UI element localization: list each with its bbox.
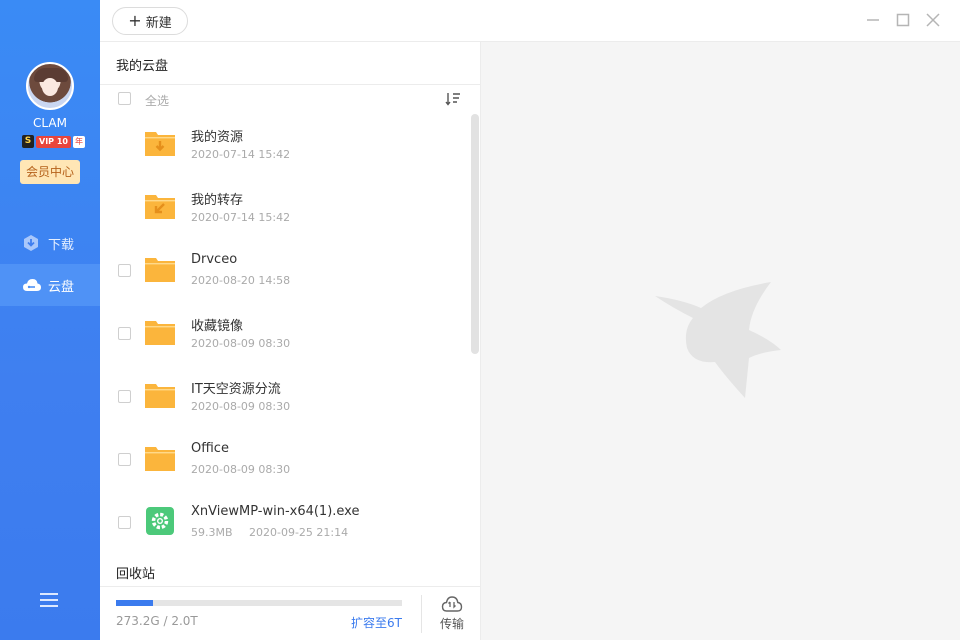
nav-item-download[interactable]: 下载 bbox=[0, 222, 100, 264]
file-name: XnViewMP-win-x64(1).exe bbox=[191, 504, 360, 519]
file-name: 我的资源 bbox=[191, 130, 244, 145]
row-checkbox[interactable] bbox=[118, 516, 131, 529]
folder-download-icon bbox=[145, 132, 175, 156]
file-row[interactable]: 收藏镜像 2020-08-09 08:30 bbox=[100, 303, 470, 366]
file-row[interactable]: XnViewMP-win-x64(1).exe 59.3MB 2020-09-2… bbox=[100, 492, 470, 555]
file-date: 2020-08-09 08:30 bbox=[191, 463, 291, 476]
exe-gear-icon bbox=[146, 507, 174, 535]
file-name: 收藏镜像 bbox=[191, 319, 244, 334]
file-row[interactable]: Office 2020-08-09 08:30 bbox=[100, 429, 470, 492]
folder-icon bbox=[145, 447, 175, 471]
new-button[interactable]: + 新建 bbox=[112, 7, 188, 35]
file-name: Drvceo bbox=[191, 252, 238, 267]
plus-icon: + bbox=[128, 11, 142, 30]
vip-level-tag: VIP 10 bbox=[36, 135, 71, 148]
select-all-row: 全选 bbox=[100, 86, 481, 114]
avatar[interactable] bbox=[26, 62, 74, 110]
file-date: 2020-08-20 14:58 bbox=[191, 274, 291, 287]
file-name: Office bbox=[191, 441, 229, 456]
file-list: 我的资源 2020-07-14 15:42 我的转存 2020-07-14 15… bbox=[100, 114, 470, 569]
file-row[interactable]: 我的资源 2020-07-14 15:42 bbox=[100, 114, 470, 177]
panel-title: 我的云盘 bbox=[116, 59, 169, 74]
vip-badge: S VIP 10 年 bbox=[22, 135, 85, 148]
file-date: 2020-08-09 08:30 bbox=[191, 400, 291, 413]
sidebar: CLAM S VIP 10 年 会员中心 下载 云盘 bbox=[0, 0, 100, 640]
divider bbox=[421, 595, 422, 633]
cloud-transfer-icon bbox=[441, 596, 463, 612]
scrollbar[interactable] bbox=[471, 114, 479, 354]
select-all-checkbox[interactable] bbox=[118, 92, 131, 105]
folder-transfer-icon bbox=[145, 195, 175, 219]
row-checkbox[interactable] bbox=[118, 327, 131, 340]
nav-label-download: 下载 bbox=[48, 237, 75, 253]
menu-icon[interactable] bbox=[40, 593, 58, 607]
expand-storage-link[interactable]: 扩容至6T bbox=[351, 614, 402, 631]
row-checkbox[interactable] bbox=[118, 264, 131, 277]
vip-s-icon: S bbox=[22, 135, 34, 148]
row-checkbox[interactable] bbox=[118, 453, 131, 466]
storage-bar bbox=[116, 600, 402, 606]
transfer-label: 传输 bbox=[439, 617, 464, 631]
new-button-label: 新建 bbox=[145, 15, 172, 31]
select-all-label: 全选 bbox=[145, 94, 170, 108]
file-row[interactable]: Drvceo 2020-08-20 14:58 bbox=[100, 240, 470, 303]
storage-bar-fill bbox=[116, 600, 154, 606]
storage-usage: 273.2G / 2.0T bbox=[116, 614, 198, 628]
file-size: 59.3MB bbox=[191, 526, 233, 539]
file-date: 2020-08-09 08:30 bbox=[191, 337, 291, 350]
member-center-button[interactable]: 会员中心 bbox=[20, 160, 80, 184]
sort-icon[interactable] bbox=[445, 92, 461, 106]
maximize-icon[interactable] bbox=[895, 12, 911, 28]
folder-icon bbox=[145, 258, 175, 282]
file-panel: 我的云盘 全选 我的资源 2020-07-14 15:42 我的转存 2020- bbox=[100, 42, 481, 640]
file-name: IT天空资源分流 bbox=[191, 382, 281, 397]
download-icon bbox=[22, 234, 40, 252]
topbar: + 新建 bbox=[100, 0, 960, 42]
avatar-face bbox=[42, 78, 58, 96]
file-row[interactable]: 我的转存 2020-07-14 15:42 bbox=[100, 177, 470, 240]
file-name: 我的转存 bbox=[191, 193, 244, 208]
file-date: 2020-07-14 15:42 bbox=[191, 211, 291, 224]
file-date: 2020-09-25 21:14 bbox=[249, 526, 349, 539]
folder-icon bbox=[145, 384, 175, 408]
file-date: 2020-07-14 15:42 bbox=[191, 148, 291, 161]
vip-year-tag: 年 bbox=[72, 135, 85, 148]
nav-item-cloud[interactable]: 云盘 bbox=[0, 264, 100, 306]
preview-area bbox=[481, 42, 960, 640]
file-row[interactable]: IT天空资源分流 2020-08-09 08:30 bbox=[100, 366, 470, 429]
minimize-icon[interactable] bbox=[865, 12, 881, 28]
close-icon[interactable] bbox=[925, 12, 941, 28]
nav-label-cloud: 云盘 bbox=[48, 279, 75, 295]
username: CLAM bbox=[33, 116, 67, 130]
bird-logo-icon bbox=[655, 282, 781, 398]
storage-footer: 273.2G / 2.0T 扩容至6T 传输 bbox=[100, 586, 481, 640]
transfer-button[interactable]: 传输 bbox=[435, 595, 469, 632]
row-checkbox[interactable] bbox=[118, 390, 131, 403]
folder-icon bbox=[145, 321, 175, 345]
divider bbox=[100, 84, 481, 85]
cloud-icon bbox=[22, 276, 41, 294]
recycle-bin[interactable]: 回收站 bbox=[116, 563, 155, 582]
